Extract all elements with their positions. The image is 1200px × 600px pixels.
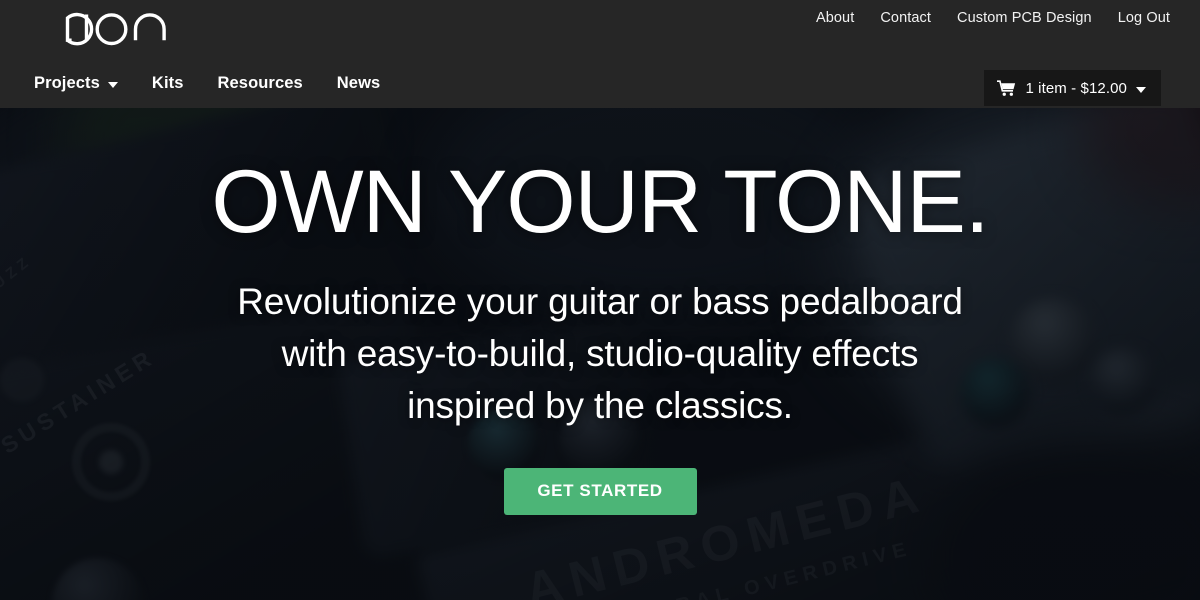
top-nav-contact[interactable]: Contact <box>880 0 931 36</box>
shopping-cart-icon <box>997 80 1016 96</box>
main-nav-news-label: News <box>336 74 381 92</box>
top-utility-nav: About Contact Custom PCB Design Log Out <box>816 0 1170 36</box>
hero-content: OWN YOUR TONE. Revolutionize your guitar… <box>0 108 1200 600</box>
main-nav-projects-label: Projects <box>34 74 100 92</box>
main-nav-resources[interactable]: Resources <box>218 74 303 93</box>
hero-subheading: Revolutionize your guitar or bass pedalb… <box>237 276 963 432</box>
main-nav: Projects Kits Resources News <box>34 74 380 93</box>
cart-button[interactable]: 1 item - $12.00 <box>984 70 1161 106</box>
site-header: About Contact Custom PCB Design Log Out … <box>0 0 1200 108</box>
main-nav-news[interactable]: News <box>337 74 381 93</box>
hero-subheading-line-1: Revolutionize your guitar or bass pedalb… <box>237 280 963 322</box>
get-started-button[interactable]: GET STARTED <box>503 467 697 515</box>
hero-section: SUSTAINER FUZZ ANDROMEDA NATURAL OVERDRI… <box>0 108 1200 600</box>
top-nav-about[interactable]: About <box>816 0 854 36</box>
main-nav-projects[interactable]: Projects <box>34 74 118 93</box>
aion-logo[interactable] <box>34 6 176 54</box>
main-nav-resources-label: Resources <box>217 74 303 92</box>
cart-label: 1 item - $12.00 <box>1025 79 1127 97</box>
hero-headline: OWN YOUR TONE. <box>211 151 989 251</box>
chevron-down-icon <box>107 82 118 88</box>
top-nav-log-out[interactable]: Log Out <box>1118 0 1170 36</box>
hero-subheading-line-3: inspired by the classics. <box>407 384 793 426</box>
page-root: SUSTAINER FUZZ ANDROMEDA NATURAL OVERDRI… <box>0 0 1200 600</box>
cart-chevron-down-icon <box>1136 86 1146 93</box>
top-nav-custom-pcb-design[interactable]: Custom PCB Design <box>957 0 1092 36</box>
main-nav-kits-label: Kits <box>151 74 184 92</box>
main-nav-kits[interactable]: Kits <box>152 74 184 93</box>
hero-subheading-line-2: with easy-to-build, studio-quality effec… <box>281 332 919 374</box>
